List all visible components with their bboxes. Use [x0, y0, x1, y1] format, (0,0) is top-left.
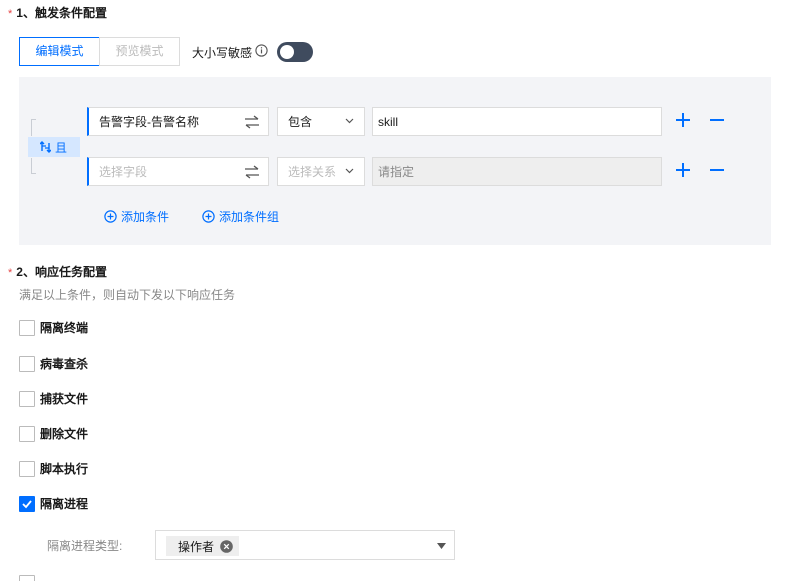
required-mark: * — [8, 8, 13, 20]
condition-relation-select-1[interactable]: 包含 — [277, 107, 365, 136]
task-label: 隔离进程 — [40, 497, 89, 511]
logic-operator-label: 且 — [55, 140, 68, 155]
checkbox[interactable] — [19, 575, 35, 581]
section-description: 满足以上条件，则自动下发以下响应任务 — [19, 288, 236, 302]
tag-label: 操作者 — [178, 539, 215, 554]
task-capture-file[interactable]: 捕获文件 — [19, 390, 88, 407]
add-circle-icon — [202, 210, 215, 223]
condition-field-select-1[interactable]: 告警字段-告警名称 — [87, 107, 269, 136]
task-next-partial[interactable] — [19, 575, 40, 581]
task-virus-scan[interactable]: 病毒查杀 — [19, 355, 88, 372]
case-sensitive-toggle[interactable] — [277, 42, 313, 62]
condition-value: skill — [378, 114, 398, 129]
checkbox[interactable] — [19, 355, 35, 372]
task-isolate-process[interactable]: 隔离进程 — [19, 495, 88, 512]
section-trigger-title: * 1、触发条件配置 — [8, 4, 107, 21]
swap-icon — [245, 165, 259, 179]
section-title-text: 2、响应任务配置 — [16, 265, 107, 279]
minus-icon[interactable] — [709, 112, 725, 128]
condition-field-select-2[interactable]: 选择字段 — [87, 157, 269, 186]
swap-icon — [245, 115, 259, 129]
add-condition-button[interactable]: 添加条件 — [104, 208, 169, 225]
logic-operator-button[interactable]: 且 — [28, 137, 80, 157]
condition-relation-select-2[interactable]: 选择关系 — [277, 157, 365, 186]
and-bracket-top-tick — [31, 119, 36, 120]
task-script-exec[interactable]: 脚本执行 — [19, 460, 88, 477]
minus-icon[interactable] — [709, 162, 725, 178]
task-label: 隔离终端 — [40, 321, 89, 335]
add-condition-label: 添加条件 — [121, 210, 170, 224]
task-delete-file[interactable]: 删除文件 — [19, 425, 88, 442]
chevron-down-icon — [345, 118, 354, 124]
tab-preview-mode[interactable]: 预览模式 — [99, 37, 180, 66]
field-placeholder: 选择字段 — [99, 165, 148, 179]
checkbox[interactable] — [19, 460, 35, 477]
task-label: 脚本执行 — [40, 462, 89, 476]
case-sensitive-label: 大小写敏感 — [192, 46, 253, 60]
add-condition-group-button[interactable]: 添加条件组 — [202, 208, 279, 225]
checkbox[interactable] — [19, 425, 35, 442]
close-icon[interactable] — [220, 539, 233, 553]
plus-icon[interactable] — [675, 112, 691, 128]
selected-tag: 操作者 — [166, 536, 240, 556]
add-condition-group-label: 添加条件组 — [219, 210, 280, 224]
checkbox-checked[interactable] — [19, 495, 35, 512]
tab-edit-mode[interactable]: 编辑模式 — [19, 37, 100, 66]
task-label: 删除文件 — [40, 427, 89, 441]
switch-icon — [40, 141, 51, 153]
checkbox[interactable] — [19, 319, 35, 336]
task-isolate-terminal[interactable]: 隔离终端 — [19, 319, 88, 336]
and-bracket-top — [31, 119, 32, 136]
caret-down-icon — [437, 543, 446, 549]
process-type-label: 隔离进程类型: — [47, 539, 123, 553]
and-bracket-bottom-tick — [31, 173, 36, 174]
mode-tabs: 编辑模式 预览模式 — [19, 37, 180, 66]
process-type-select[interactable]: 操作者 — [155, 530, 455, 560]
chevron-down-icon — [345, 168, 354, 174]
section-title-text: 1、触发条件配置 — [16, 6, 107, 20]
condition-value-input-2[interactable]: 请指定 — [372, 157, 662, 186]
task-label: 病毒查杀 — [40, 357, 89, 371]
add-circle-icon — [104, 210, 117, 223]
checkbox[interactable] — [19, 390, 35, 407]
check-icon — [22, 499, 32, 508]
plus-icon[interactable] — [675, 162, 691, 178]
field-value: 告警字段-告警名称 — [99, 115, 199, 129]
relation-value: 包含 — [288, 115, 313, 129]
and-bracket-bottom — [31, 158, 32, 174]
info-icon[interactable] — [255, 44, 268, 57]
task-label: 捕获文件 — [40, 392, 89, 406]
required-mark: * — [8, 267, 13, 279]
condition-value-input-1[interactable]: skill — [372, 107, 662, 136]
relation-placeholder: 选择关系 — [288, 165, 337, 179]
section-response-title: * 2、响应任务配置 — [8, 263, 107, 280]
value-placeholder: 请指定 — [378, 165, 415, 179]
toggle-knob — [280, 45, 294, 59]
